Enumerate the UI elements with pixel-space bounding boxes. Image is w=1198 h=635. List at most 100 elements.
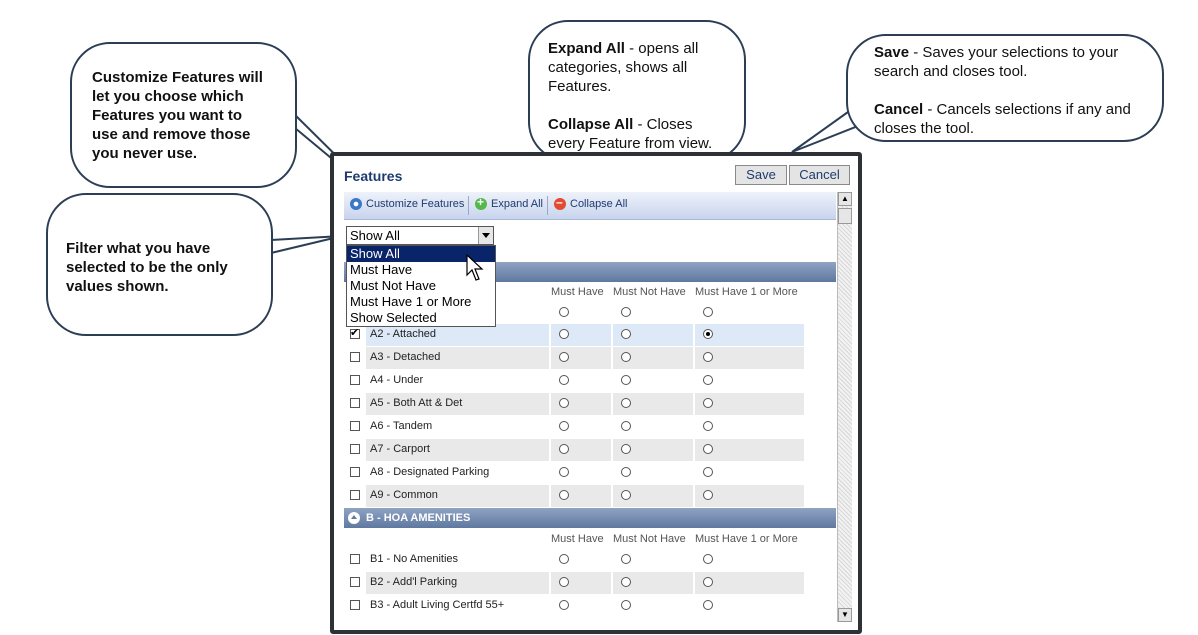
filter-option-show-selected[interactable]: Show Selected [347, 310, 495, 326]
must-have-radio[interactable] [559, 375, 569, 385]
table-row: B2 - Add'l Parking [344, 572, 804, 594]
callout-line: Filter what you have [66, 240, 211, 257]
must-not-have-radio[interactable] [621, 577, 631, 587]
callout-term: Cancel [874, 101, 924, 118]
category-b-header[interactable]: B - HOA AMENITIES [344, 508, 836, 528]
must-have-radio[interactable] [559, 490, 569, 500]
must-not-have-radio[interactable] [621, 329, 631, 339]
must-have-1-or-more-radio[interactable] [703, 421, 713, 431]
table-row: A2 - Attached [344, 324, 804, 346]
collapse-all-label: Collapse All [570, 198, 628, 210]
must-not-have-radio[interactable] [621, 421, 631, 431]
gear-icon [350, 198, 362, 210]
table-row: A7 - Carport [344, 439, 804, 461]
must-not-have-radio[interactable] [621, 307, 631, 317]
callout-term: Expand All [548, 40, 625, 57]
callout-expand-collapse: Expand All - opens all categories, shows… [528, 20, 746, 162]
collapse-category-icon[interactable] [348, 512, 360, 524]
callout-line: you never use. [92, 145, 198, 162]
must-have-radio[interactable] [559, 352, 569, 362]
expand-all-label: Expand All [491, 198, 543, 210]
toolbar-divider [547, 196, 548, 215]
callout-line: Customize Features will [92, 69, 263, 86]
table-row: A4 - Under [344, 370, 804, 392]
must-have-radio[interactable] [559, 577, 569, 587]
expand-icon [475, 195, 487, 210]
feature-checkbox[interactable] [350, 467, 360, 477]
callout-term: Save [874, 44, 910, 61]
must-have-1-or-more-radio[interactable] [703, 467, 713, 477]
feature-checkbox[interactable] [350, 554, 360, 564]
callout-line: Features you want to [92, 107, 243, 124]
must-have-radio[interactable] [559, 467, 569, 477]
must-not-have-radio[interactable] [621, 554, 631, 564]
must-have-1-or-more-radio[interactable] [703, 398, 713, 408]
must-not-have-radio[interactable] [621, 444, 631, 454]
feature-checkbox[interactable] [350, 326, 360, 339]
save-button[interactable]: Save [735, 165, 787, 185]
feature-checkbox[interactable] [350, 352, 360, 362]
feature-checkbox[interactable] [350, 421, 360, 431]
must-have-radio[interactable] [559, 600, 569, 610]
callout-line: let you choose which [92, 88, 244, 105]
must-have-1-or-more-radio[interactable] [703, 307, 713, 317]
expand-all-button[interactable]: Expand All [475, 195, 543, 210]
filter-option-must-have-1-or-more[interactable]: Must Have 1 or More [347, 294, 495, 310]
feature-checkbox[interactable] [350, 490, 360, 500]
cancel-button[interactable]: Cancel [789, 165, 850, 185]
must-have-radio[interactable] [559, 554, 569, 564]
must-have-1-or-more-radio[interactable] [703, 352, 713, 362]
callout-save-cancel: Save - Saves your selections to your sea… [846, 34, 1164, 142]
scroll-up-icon[interactable]: ▲ [838, 192, 852, 206]
callout-desc: - Saves your selections to your search a… [874, 44, 1119, 80]
must-have-1-or-more-radio[interactable] [703, 554, 713, 564]
must-have-radio[interactable] [559, 444, 569, 454]
feature-label: A2 - Attached [370, 328, 437, 340]
must-not-have-radio[interactable] [621, 467, 631, 477]
table-row: A9 - Common [344, 485, 804, 507]
chevron-down-icon[interactable] [478, 227, 493, 244]
must-not-have-radio[interactable] [621, 352, 631, 362]
table-row: A3 - Detached [344, 347, 804, 369]
callout-line: use and remove those [92, 126, 251, 143]
collapse-icon [554, 195, 566, 210]
filter-selected-value: Show All [350, 228, 400, 243]
must-not-have-radio[interactable] [621, 398, 631, 408]
must-not-have-radio[interactable] [621, 490, 631, 500]
column-header-must-have-1-or-more: Must Have 1 or More [695, 286, 798, 298]
callout-customize-features: Customize Features will let you choose w… [70, 42, 297, 188]
customize-features-label: Customize Features [366, 198, 465, 210]
must-not-have-radio[interactable] [621, 375, 631, 385]
scrollbar[interactable]: ▲ ▼ [837, 192, 852, 622]
feature-label: A4 - Under [370, 374, 424, 386]
customize-features-button[interactable]: Customize Features [350, 198, 464, 210]
column-header-must-not-have: Must Not Have [613, 533, 686, 545]
feature-checkbox[interactable] [350, 444, 360, 454]
collapse-all-button[interactable]: Collapse All [554, 195, 628, 210]
must-have-radio[interactable] [559, 329, 569, 339]
table-row: B3 - Adult Living Certfd 55+ [344, 595, 804, 617]
feature-checkbox[interactable] [350, 600, 360, 610]
must-have-1-or-more-radio[interactable] [703, 490, 713, 500]
must-have-1-or-more-radio[interactable] [703, 600, 713, 610]
feature-checkbox[interactable] [350, 577, 360, 587]
callout-term: Collapse All [548, 116, 634, 133]
scroll-thumb[interactable] [838, 208, 852, 224]
must-have-1-or-more-radio[interactable] [703, 444, 713, 454]
feature-checkbox[interactable] [350, 375, 360, 385]
must-have-1-or-more-radio[interactable] [703, 577, 713, 587]
feature-label: B3 - Adult Living Certfd 55+ [370, 599, 505, 611]
category-b-label: B - HOA AMENITIES [366, 512, 471, 524]
must-have-radio[interactable] [559, 398, 569, 408]
filter-select[interactable]: Show All [346, 226, 494, 245]
scroll-down-icon[interactable]: ▼ [838, 608, 852, 622]
must-have-1-or-more-radio[interactable] [703, 329, 713, 339]
must-not-have-radio[interactable] [621, 600, 631, 610]
table-row: A6 - Tandem [344, 416, 804, 438]
must-have-radio[interactable] [559, 307, 569, 317]
must-have-1-or-more-radio[interactable] [703, 375, 713, 385]
feature-checkbox[interactable] [350, 398, 360, 408]
callout-save-text: Save - Saves your selections to your sea… [874, 43, 1148, 81]
must-have-radio[interactable] [559, 421, 569, 431]
feature-label: A6 - Tandem [370, 420, 433, 432]
